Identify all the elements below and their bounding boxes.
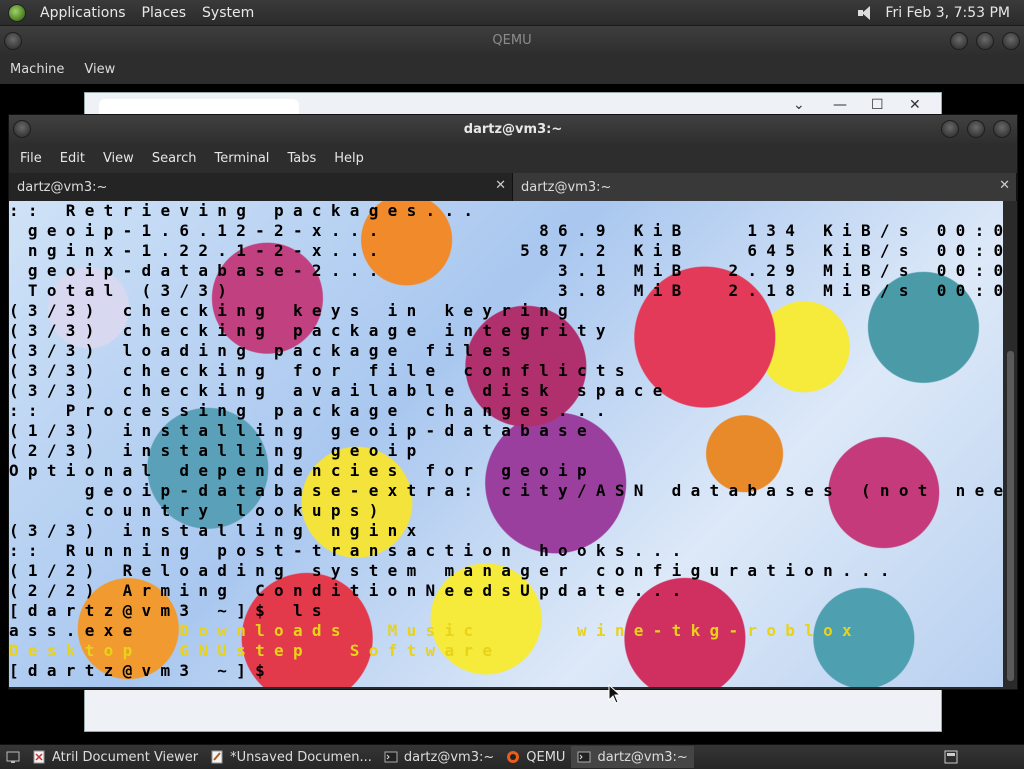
menu-system[interactable]: System xyxy=(194,5,262,21)
taskbar-item-atril[interactable]: Atril Document Viewer xyxy=(26,746,204,768)
terminal-line: :: Running post-transaction hooks... xyxy=(9,541,691,560)
show-desktop-button[interactable] xyxy=(0,746,26,768)
mouse-pointer-icon xyxy=(608,684,622,704)
clock[interactable]: Fri Feb 3, 7:53 PM xyxy=(885,5,1010,21)
terminal-title: dartz@vm3:~ xyxy=(463,121,563,137)
terminal-line: :: Retrieving packages... xyxy=(9,201,483,220)
terminal-line: Total (3/3) 3.8 MiB 2.18 MiB/s 00:02 [##… xyxy=(27,281,1003,300)
ls-directories: Desktop GNUstep Software xyxy=(9,641,502,660)
terminal-line: :: Processing package changes... xyxy=(9,401,615,420)
ls-directories: Downloads Music wine-tkg-roblox xyxy=(141,621,861,640)
terminal-line: (2/2) Arming ConditionNeedsUpdate... xyxy=(9,581,691,600)
terminal-line: Optional dependencies for geoip xyxy=(9,461,596,480)
menu-tabs[interactable]: Tabs xyxy=(278,151,325,166)
terminal-line: (1/3) installing geoip-database [####] 1… xyxy=(9,421,596,440)
terminal-line: (3/3) loading package files [####] 100% xyxy=(9,341,521,360)
taskbar-item-label: *Unsaved Documen... xyxy=(230,749,372,765)
taskbar: Atril Document Viewer *Unsaved Documen..… xyxy=(0,744,1024,769)
taskbar-item-terminal[interactable]: dartz@vm3:~ xyxy=(378,746,500,768)
top-panel: Applications Places System Fri Feb 3, 7:… xyxy=(0,0,1024,26)
qemu-titlebar[interactable]: QEMU xyxy=(0,26,1024,54)
terminal-line: [dartz@vm3 ~]$ ls xyxy=(9,601,331,620)
qemu-window-title: QEMU xyxy=(492,32,532,48)
text-editor-icon xyxy=(211,750,223,764)
maximize-icon[interactable]: ☐ xyxy=(871,97,884,113)
workspace-icon xyxy=(944,750,958,764)
volume-icon[interactable] xyxy=(857,5,875,21)
menu-machine[interactable]: Machine xyxy=(0,62,74,77)
terminal-line: (3/3) installing nginx [####] 100% xyxy=(9,521,426,540)
menu-help[interactable]: Help xyxy=(325,151,373,166)
terminal-tab-1[interactable]: dartz@vm3:~ ✕ xyxy=(9,173,513,201)
menu-view[interactable]: View xyxy=(74,62,125,77)
minimize-icon[interactable]: — xyxy=(833,97,847,113)
terminal-line: (3/3) checking for file conflicts [####]… xyxy=(9,361,634,380)
taskbar-item-text-editor[interactable]: *Unsaved Documen... xyxy=(204,746,378,768)
qemu-menubar: Machine View xyxy=(0,54,1024,84)
menu-terminal[interactable]: Terminal xyxy=(205,151,278,166)
taskbar-item-label: Atril Document Viewer xyxy=(52,749,199,765)
qemu-icon xyxy=(507,751,520,763)
maximize-icon[interactable] xyxy=(967,120,985,138)
maximize-icon[interactable] xyxy=(976,32,994,50)
menu-edit[interactable]: Edit xyxy=(51,151,94,166)
taskbar-item-label: dartz@vm3:~ xyxy=(403,749,495,765)
scrollbar-thumb[interactable] xyxy=(1007,351,1014,681)
menu-applications[interactable]: Applications xyxy=(32,5,134,21)
taskbar-item-label: QEMU xyxy=(526,749,566,765)
distro-logo-icon[interactable] xyxy=(8,3,26,22)
menu-view[interactable]: View xyxy=(94,151,143,166)
show-desktop-icon xyxy=(6,751,20,763)
tab-label: dartz@vm3:~ xyxy=(17,179,108,195)
tab-label: dartz@vm3:~ xyxy=(521,179,612,195)
taskbar-item-qemu[interactable]: QEMU xyxy=(500,746,571,768)
chevron-down-icon[interactable]: ⌄ xyxy=(793,97,805,113)
terminal-line: (3/3) checking available disk space [###… xyxy=(9,381,672,400)
close-tab-icon[interactable]: ✕ xyxy=(495,178,506,193)
close-icon[interactable] xyxy=(993,120,1011,138)
terminal-line: (2/3) installing geoip [####] 100% xyxy=(9,441,426,460)
terminal-line: nginx-1.22.1-2-x... 587.2 KiB 645 KiB/s … xyxy=(27,241,1003,260)
menu-file[interactable]: File xyxy=(11,151,51,166)
minimize-icon[interactable] xyxy=(941,120,959,138)
menu-search[interactable]: Search xyxy=(143,151,206,166)
workspace-switcher[interactable] xyxy=(938,746,964,768)
menu-places[interactable]: Places xyxy=(134,5,195,21)
terminal-line: country lookups) xyxy=(9,501,388,520)
close-icon[interactable] xyxy=(1002,32,1020,50)
terminal-line: (3/3) checking keys in keyring [####] 10… xyxy=(9,301,577,320)
terminal-line: (1/2) Reloading system manager configura… xyxy=(9,561,899,580)
terminal-titlebar[interactable]: dartz@vm3:~ xyxy=(9,115,1017,143)
terminal-output[interactable]: :: Retrieving packages... geoip-1.6.12-2… xyxy=(9,201,1003,687)
terminal-line: geoip-database-extra: city/ASN databases… xyxy=(84,481,1003,500)
terminal-window[interactable]: dartz@vm3:~ File Edit View Search Termin… xyxy=(8,114,1018,690)
window-menu-icon[interactable] xyxy=(13,120,31,138)
terminal-icon xyxy=(577,751,591,763)
terminal-tabbar: dartz@vm3:~ ✕ dartz@vm3:~ ✕ xyxy=(9,173,1017,201)
close-tab-icon[interactable]: ✕ xyxy=(999,178,1010,193)
minimize-icon[interactable] xyxy=(950,32,968,50)
terminal-menubar: File Edit View Search Terminal Tabs Help xyxy=(9,143,1017,173)
terminal-scrollbar[interactable] xyxy=(1004,201,1017,687)
terminal-line: (3/3) checking package integrity [####] … xyxy=(9,321,615,340)
panel-tray: Fri Feb 3, 7:53 PM xyxy=(857,5,1024,21)
shell-prompt[interactable]: [dartz@vm3 ~]$ xyxy=(9,661,293,680)
taskbar-item-label: dartz@vm3:~ xyxy=(597,749,688,765)
terminal-line: geoip-database-2... 3.1 MiB 2.29 MiB/s 0… xyxy=(27,261,1003,280)
taskbar-item-terminal-active[interactable]: dartz@vm3:~ xyxy=(571,746,694,768)
close-icon[interactable]: ✕ xyxy=(909,97,921,113)
terminal-tab-2[interactable]: dartz@vm3:~ ✕ xyxy=(513,173,1017,201)
pdf-icon xyxy=(33,750,45,764)
window-menu-icon[interactable] xyxy=(4,32,22,50)
terminal-line: geoip-1.6.12-2-x... 86.9 KiB 134 KiB/s 0… xyxy=(27,221,1003,240)
terminal-icon xyxy=(384,751,398,763)
ls-file: ass.exe xyxy=(9,621,142,640)
